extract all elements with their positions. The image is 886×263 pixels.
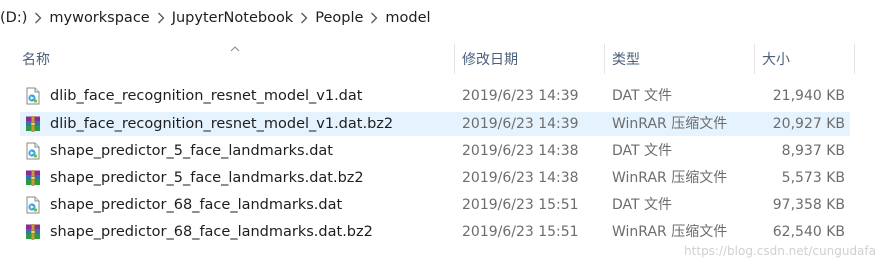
file-name: dlib_face_recognition_resnet_model_v1.da… — [50, 116, 394, 132]
file-explorer-window: (D:) myworkspace JupyterNotebook People … — [0, 0, 886, 263]
file-row[interactable]: dlib_face_recognition_resnet_model_v1.da… — [20, 112, 850, 136]
column-header-type-label: 类型 — [612, 52, 640, 68]
file-type: WinRAR 压缩文件 — [612, 170, 728, 186]
file-size: 8,937 KB — [781, 143, 845, 159]
column-header-date[interactable]: 修改日期 — [454, 44, 604, 74]
column-header-row: 名称 修改日期 类型 大小 — [0, 44, 886, 74]
file-row[interactable]: shape_predictor_68_face_landmarks.dat 20… — [20, 193, 850, 217]
column-header-size[interactable]: 大小 — [754, 44, 854, 74]
winrar-archive-icon — [24, 169, 42, 187]
file-type: WinRAR 压缩文件 — [612, 224, 728, 240]
dat-file-icon — [24, 196, 42, 214]
file-name: shape_predictor_68_face_landmarks.dat — [50, 197, 343, 213]
column-header-size-label: 大小 — [762, 52, 790, 68]
file-date: 2019/6/23 14:38 — [462, 143, 579, 159]
breadcrumb-people[interactable]: People — [311, 10, 367, 26]
dat-file-icon — [24, 142, 42, 160]
file-name: shape_predictor_68_face_landmarks.dat.bz… — [50, 224, 373, 240]
file-name: shape_predictor_5_face_landmarks.dat — [50, 143, 333, 159]
winrar-archive-icon — [24, 223, 42, 241]
column-header-type[interactable]: 类型 — [604, 44, 754, 74]
breadcrumb: (D:) myworkspace JupyterNotebook People … — [0, 4, 435, 32]
chevron-right-icon[interactable] — [367, 12, 381, 24]
file-type: DAT 文件 — [612, 88, 673, 104]
file-size: 97,358 KB — [772, 197, 845, 213]
file-size: 21,940 KB — [772, 88, 845, 104]
breadcrumb-model[interactable]: model — [381, 10, 434, 26]
file-date: 2019/6/23 14:38 — [462, 170, 579, 186]
chevron-right-icon[interactable] — [154, 12, 168, 24]
watermark: https://blog.csdn.net/cungudafa — [684, 244, 876, 258]
file-row[interactable]: shape_predictor_5_face_landmarks.dat.bz2… — [20, 166, 850, 190]
file-date: 2019/6/23 14:39 — [462, 116, 579, 132]
file-date: 2019/6/23 15:51 — [462, 224, 579, 240]
column-header-name-label: 名称 — [22, 52, 50, 68]
dat-file-icon — [24, 87, 42, 105]
breadcrumb-myworkspace[interactable]: myworkspace — [45, 10, 153, 26]
breadcrumb-drive-d[interactable]: (D:) — [0, 10, 31, 26]
chevron-right-icon[interactable] — [31, 12, 45, 24]
file-date: 2019/6/23 14:39 — [462, 88, 579, 104]
column-header-date-label: 修改日期 — [462, 52, 518, 68]
file-name: shape_predictor_5_face_landmarks.dat.bz2 — [50, 170, 364, 186]
file-date: 2019/6/23 15:51 — [462, 197, 579, 213]
file-type: WinRAR 压缩文件 — [612, 116, 728, 132]
column-header-name[interactable]: 名称 — [14, 44, 454, 74]
file-row[interactable]: dlib_face_recognition_resnet_model_v1.da… — [20, 84, 850, 108]
winrar-archive-icon — [24, 115, 42, 133]
file-size: 62,540 KB — [772, 224, 845, 240]
file-size: 5,573 KB — [781, 170, 845, 186]
chevron-right-icon[interactable] — [297, 12, 311, 24]
file-type: DAT 文件 — [612, 143, 673, 159]
breadcrumb-jupyternotebook[interactable]: JupyterNotebook — [168, 10, 298, 26]
column-divider[interactable] — [854, 44, 855, 74]
file-name: dlib_face_recognition_resnet_model_v1.da… — [50, 88, 363, 104]
file-size: 20,927 KB — [772, 116, 845, 132]
file-row[interactable]: shape_predictor_5_face_landmarks.dat 201… — [20, 139, 850, 163]
file-row[interactable]: shape_predictor_68_face_landmarks.dat.bz… — [20, 220, 850, 244]
file-type: DAT 文件 — [612, 197, 673, 213]
